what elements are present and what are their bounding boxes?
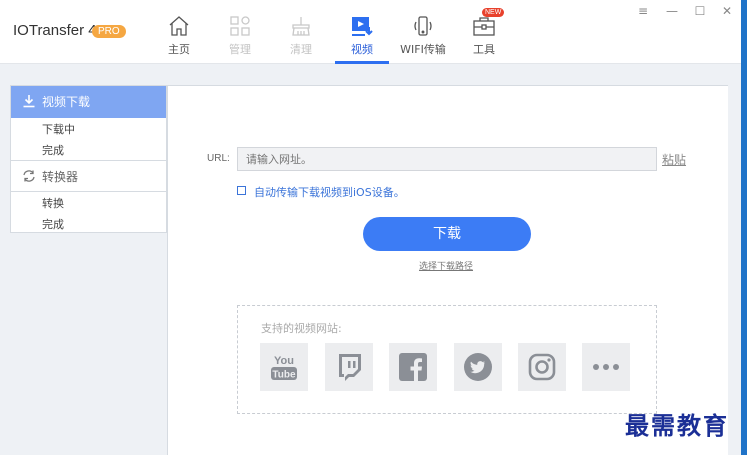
youtube-tile: You Tube	[260, 343, 308, 391]
youtube-you-text: You	[274, 355, 294, 367]
scrollbar[interactable]	[741, 0, 747, 455]
youtube-tube-text: Tube	[272, 370, 296, 381]
download-icon	[23, 95, 35, 108]
youtube-icon: You Tube	[271, 355, 297, 381]
app-title: IOTransfer 4	[13, 22, 97, 39]
sidebar-item-convert-completed[interactable]: 完成	[42, 216, 64, 232]
url-label: URL:	[207, 153, 230, 164]
clean-icon	[292, 17, 310, 36]
sidebar: 视频下载 下载中 完成 转换器 转换 完成	[10, 85, 167, 233]
nav-clean[interactable]: 清理	[271, 14, 331, 57]
url-input[interactable]	[237, 147, 657, 171]
active-tab-indicator	[335, 61, 389, 64]
nav-home-label: 主页	[168, 43, 190, 56]
sidebar-video-download[interactable]: 视频下载	[11, 86, 166, 118]
twitch-tile	[325, 343, 373, 391]
instagram-tile	[518, 343, 566, 391]
facebook-icon	[399, 353, 427, 381]
twitter-icon	[464, 353, 492, 381]
twitch-icon	[339, 354, 361, 381]
facebook-tile	[389, 343, 437, 391]
wifi-transfer-icon	[414, 16, 432, 36]
nav-wifi-transfer[interactable]: WIFI传输	[393, 14, 453, 57]
watermark: 最需教育	[625, 411, 729, 440]
convert-icon	[23, 170, 35, 182]
paste-link[interactable]: 粘贴	[662, 151, 686, 168]
video-download-icon	[352, 17, 373, 36]
choose-download-path-link[interactable]: 选择下载路径	[419, 259, 473, 272]
manage-icon	[230, 16, 250, 36]
more-sites-tile[interactable]	[582, 343, 630, 391]
minimize-button[interactable]: —	[664, 4, 680, 18]
nav-wifi-transfer-label: WIFI传输	[400, 43, 446, 56]
nav-tools[interactable]: 工具	[454, 14, 514, 57]
nav-tools-label: 工具	[473, 43, 495, 56]
nav-manage-label: 管理	[229, 43, 251, 56]
auto-transfer-label[interactable]: 自动传输下载视频到iOS设备。	[254, 184, 405, 200]
title-bar: IOTransfer 4 PRO 主页 管理 清理 视频 WIFI传输 工具 N…	[0, 0, 747, 64]
menu-button[interactable]: ≡	[635, 4, 651, 18]
nav-clean-label: 清理	[290, 43, 312, 56]
nav-video-label: 视频	[351, 43, 373, 56]
toolbox-icon	[473, 17, 495, 36]
instagram-icon	[528, 353, 556, 381]
new-badge: NEW	[482, 8, 505, 17]
nav-video[interactable]: 视频	[332, 14, 392, 57]
download-button[interactable]: 下载	[363, 217, 531, 251]
supported-sites-title: 支持的视频网站:	[261, 322, 342, 335]
close-button[interactable]: ✕	[719, 4, 735, 18]
pro-badge: PRO	[92, 25, 126, 38]
twitter-tile	[454, 343, 502, 391]
sidebar-item-download-completed[interactable]: 完成	[42, 142, 64, 158]
sidebar-converter[interactable]: 转换器	[11, 160, 166, 192]
sidebar-video-download-label: 视频下载	[42, 95, 91, 109]
nav-manage[interactable]: 管理	[210, 14, 270, 57]
sidebar-item-convert[interactable]: 转换	[42, 195, 64, 211]
sidebar-item-downloading[interactable]: 下载中	[42, 121, 75, 137]
more-icon	[593, 364, 619, 370]
home-icon	[169, 16, 189, 36]
sidebar-converter-label: 转换器	[42, 170, 79, 184]
maximize-button[interactable]: ☐	[692, 4, 708, 18]
auto-transfer-checkbox[interactable]	[237, 186, 246, 195]
nav-home[interactable]: 主页	[149, 14, 209, 57]
